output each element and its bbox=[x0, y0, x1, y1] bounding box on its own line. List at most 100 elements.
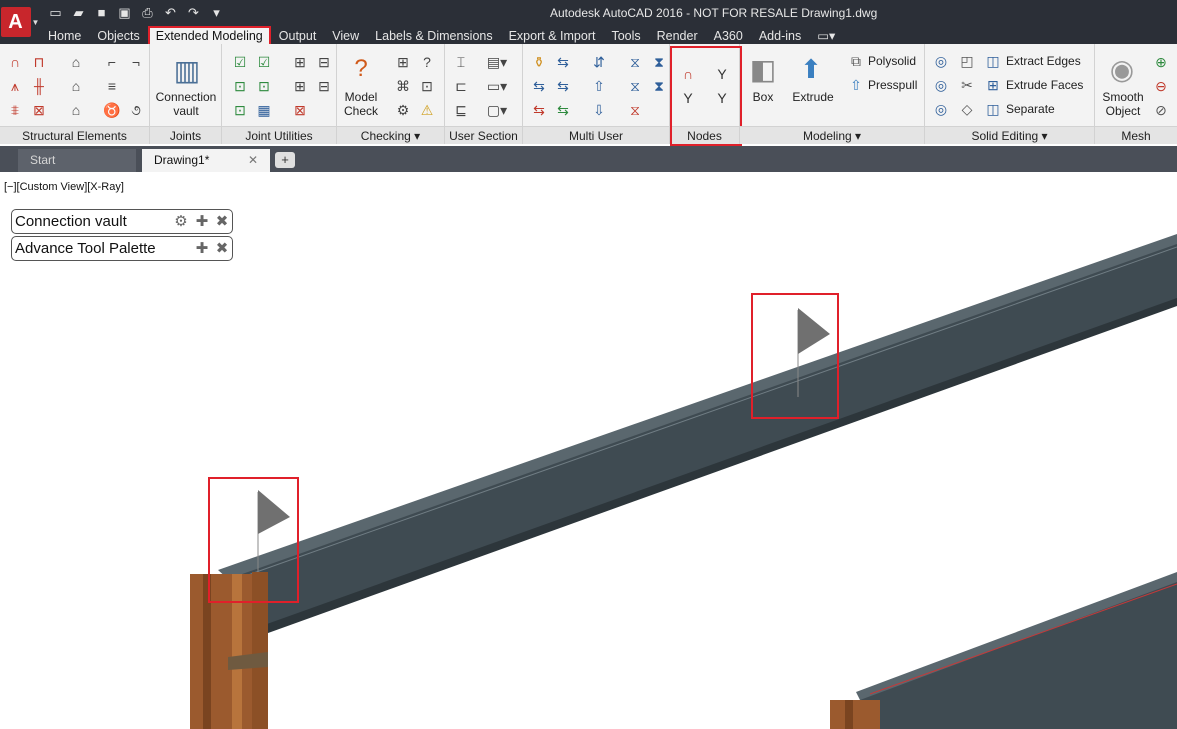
panel-title[interactable]: Checking ▾ bbox=[337, 126, 444, 144]
sync-icon[interactable]: ⇆ bbox=[553, 52, 573, 72]
download-icon[interactable]: ⇩ bbox=[589, 100, 609, 120]
extrude-icon[interactable]: ⬆ bbox=[794, 52, 828, 86]
roof-icon[interactable]: ⌂ bbox=[66, 52, 86, 72]
section-cut-icon[interactable]: ▢▾ bbox=[487, 100, 507, 120]
slice-icon[interactable]: ✂ bbox=[957, 75, 977, 95]
joint-group-icon[interactable]: ▦ bbox=[254, 100, 274, 120]
compare-icon[interactable]: ⧖ bbox=[625, 52, 645, 72]
redo-icon[interactable]: ↷ bbox=[184, 3, 203, 22]
section-view-icon[interactable]: ▭▾ bbox=[487, 76, 507, 96]
presspull-button[interactable]: Presspull bbox=[868, 78, 917, 92]
grid-icon[interactable]: ⊠ bbox=[29, 100, 49, 120]
search-objects-icon[interactable]: ⚙ bbox=[393, 100, 413, 120]
intersect-icon[interactable]: ◎ bbox=[931, 99, 951, 119]
clash-icon[interactable]: ? bbox=[417, 52, 437, 72]
presspull-icon[interactable]: ⇧ bbox=[846, 75, 866, 95]
panel-title[interactable]: Modeling ▾ bbox=[740, 126, 924, 144]
extrude-faces-button[interactable]: Extrude Faces bbox=[1006, 78, 1083, 92]
merge-icon[interactable]: ⧖ bbox=[625, 76, 645, 96]
move-icon[interactable]: ✚ bbox=[193, 239, 211, 257]
column-frame-icon[interactable]: ╫ bbox=[29, 76, 49, 96]
tab-view[interactable]: View bbox=[324, 26, 367, 46]
tab-add-ins[interactable]: Add-ins bbox=[751, 26, 809, 46]
new-icon[interactable]: ▭ bbox=[46, 3, 65, 22]
joint-update-icon[interactable]: ☑ bbox=[230, 52, 250, 72]
customize-icon[interactable]: ▾ bbox=[207, 3, 226, 22]
mesh-remove-icon[interactable]: ⊖ bbox=[1151, 76, 1171, 96]
joint-delete-icon[interactable]: ⊠ bbox=[290, 100, 310, 120]
stair-icon[interactable]: ⌐ bbox=[102, 52, 122, 72]
joint-upgrade-icon[interactable]: ⊡ bbox=[230, 76, 250, 96]
girder-icon[interactable]: ⩨ bbox=[5, 100, 25, 120]
joint-explode-icon[interactable]: ⊟ bbox=[314, 76, 334, 96]
close-icon[interactable]: ✖ bbox=[213, 239, 231, 257]
gear-icon[interactable]: ⚙ bbox=[172, 212, 190, 230]
separate-icon[interactable]: ◫ bbox=[983, 99, 1003, 119]
node-remove-icon[interactable]: Y bbox=[712, 88, 732, 108]
mesh-add-icon[interactable]: ⊕ bbox=[1151, 52, 1171, 72]
box-button[interactable]: Box bbox=[742, 90, 784, 104]
tab-tools[interactable]: Tools bbox=[603, 26, 648, 46]
user-section-icon[interactable]: ⌶ bbox=[451, 52, 471, 72]
marked-objects-icon[interactable]: ⊡ bbox=[417, 76, 437, 96]
print-icon[interactable]: ⎙ bbox=[138, 3, 157, 22]
undo-icon[interactable]: ↶ bbox=[161, 3, 180, 22]
model-check-button[interactable]: Model Check bbox=[337, 90, 385, 118]
extrude-faces-icon[interactable]: ⊞ bbox=[983, 75, 1003, 95]
box-icon[interactable]: ◧ bbox=[746, 52, 780, 86]
remove-user-icon[interactable]: ⇆ bbox=[529, 100, 549, 120]
railing-icon[interactable]: ≡ bbox=[102, 76, 122, 96]
smooth-object-icon[interactable]: ◉ bbox=[1105, 52, 1139, 86]
connection-vault-icon[interactable]: ▥ bbox=[170, 50, 204, 90]
polysolid-icon[interactable]: ⧉ bbox=[846, 51, 866, 71]
extrude-button[interactable]: Extrude bbox=[788, 90, 838, 104]
subtract-icon[interactable]: ◎ bbox=[931, 75, 951, 95]
reserve-icon[interactable]: ⇆ bbox=[553, 76, 573, 96]
tab-render[interactable]: Render bbox=[649, 26, 706, 46]
cage-ladder-icon[interactable]: ♉ bbox=[102, 100, 122, 120]
node-flag-icon[interactable] bbox=[258, 490, 290, 534]
tab-extended-modeling[interactable]: Extended Modeling bbox=[147, 26, 271, 46]
new-tab-button[interactable]: + bbox=[275, 152, 295, 168]
open-icon[interactable]: ▰ bbox=[69, 3, 88, 22]
union-icon[interactable]: ◎ bbox=[931, 51, 951, 71]
joint-copy-icon[interactable]: ⊞ bbox=[290, 52, 310, 72]
spiral-stair-icon[interactable]: ૭ bbox=[126, 100, 146, 120]
save-as-icon[interactable]: ▣ bbox=[115, 3, 134, 22]
joint-check-icon[interactable]: ☑ bbox=[254, 52, 274, 72]
extract-edges-button[interactable]: Extract Edges bbox=[1006, 54, 1081, 68]
steel-beam[interactable] bbox=[228, 242, 1177, 640]
thicken-icon[interactable]: ◇ bbox=[957, 99, 977, 119]
drawing-viewport[interactable]: [−][Custom View][X-Ray] Connection vault… bbox=[0, 172, 1177, 729]
tab-export-import[interactable]: Export & Import bbox=[501, 26, 604, 46]
audit-icon[interactable]: ⌘ bbox=[393, 76, 413, 96]
tab-labels-dimensions[interactable]: Labels & Dimensions bbox=[367, 26, 500, 46]
advance-tool-palette[interactable]: Advance Tool Palette ✚ ✖ bbox=[11, 236, 233, 261]
frame-icon[interactable]: ⊓ bbox=[29, 52, 49, 72]
save-icon[interactable]: ■ bbox=[92, 3, 111, 22]
tab-output[interactable]: Output bbox=[271, 26, 325, 46]
multi-user-icon[interactable]: ⚱ bbox=[529, 52, 549, 72]
smooth-object-button[interactable]: Smooth Object bbox=[1095, 90, 1151, 118]
portal-frame-icon[interactable]: ∩ bbox=[5, 52, 25, 72]
section-edit-icon[interactable]: ⊏ bbox=[451, 76, 471, 96]
tab-home[interactable]: Home bbox=[40, 26, 89, 46]
node-arch-icon[interactable]: ∩ bbox=[678, 64, 698, 84]
steel-column-right[interactable] bbox=[830, 700, 880, 729]
truss-icon[interactable]: ⩚ bbox=[5, 76, 25, 96]
release-icon[interactable]: ⇆ bbox=[529, 76, 549, 96]
tab-objects[interactable]: Objects bbox=[89, 26, 147, 46]
joint-transfer-icon[interactable]: ⊟ bbox=[314, 52, 334, 72]
app-menu-button[interactable]: A ▼ bbox=[0, 0, 40, 44]
connection-vault-button[interactable]: Connection vault bbox=[150, 90, 222, 118]
stair-alt-icon[interactable]: ¬ bbox=[126, 52, 146, 72]
tab-drawing1[interactable]: Drawing1* ✕ bbox=[142, 149, 270, 172]
polysolid-button[interactable]: Polysolid bbox=[868, 54, 916, 68]
close-icon[interactable]: ✕ bbox=[248, 149, 258, 172]
joint-insert-icon[interactable]: ⊞ bbox=[290, 76, 310, 96]
tab-start[interactable]: Start bbox=[18, 149, 136, 172]
bracing-icon[interactable]: ⌂ bbox=[66, 76, 86, 96]
model-check-icon[interactable]: ? bbox=[345, 52, 377, 86]
panel-title[interactable]: Solid Editing ▾ bbox=[925, 126, 1094, 144]
mesh-refine-icon[interactable]: ⊘ bbox=[1151, 100, 1171, 120]
